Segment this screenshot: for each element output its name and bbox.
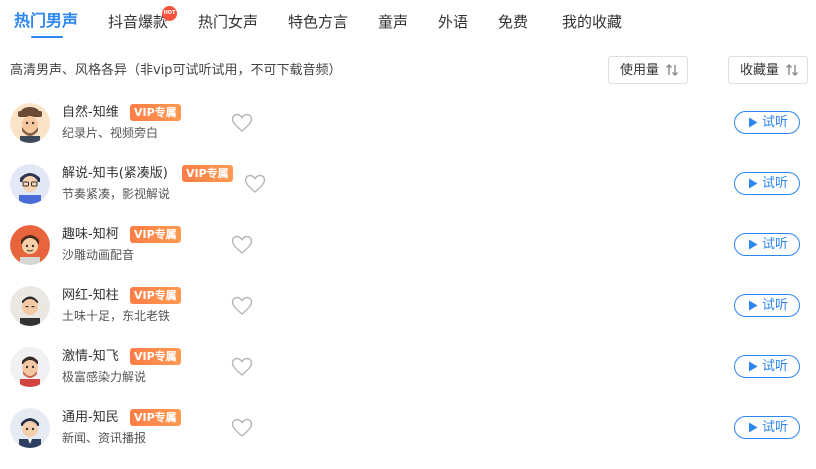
tab-my-favorites[interactable]: 我的收藏	[562, 11, 622, 33]
vip-badge: VIP专属	[130, 348, 181, 365]
listen-label: 试听	[762, 115, 789, 130]
favorite-heart-icon[interactable]	[231, 235, 253, 255]
listen-button[interactable]: 试听	[734, 111, 800, 134]
play-icon	[749, 239, 758, 250]
category-tabs: 热门男声 抖音爆款 HOT 热门女声 特色方言 童声 外语 免费 我的收藏	[0, 0, 816, 42]
favorite-heart-icon[interactable]	[231, 113, 253, 133]
listen-button[interactable]: 试听	[734, 294, 800, 317]
play-icon	[749, 117, 758, 128]
avatar	[10, 103, 50, 143]
favorite-heart-icon[interactable]	[231, 357, 253, 377]
play-icon	[749, 300, 758, 311]
voice-name: 自然-知维	[62, 105, 119, 120]
listen-button[interactable]: 试听	[734, 233, 800, 256]
voice-row: 网红-知柱 VIP专属 土味十足，东北老铁 试听	[0, 286, 816, 347]
tab-hot-female[interactable]: 热门女声	[198, 11, 258, 33]
vip-badge: VIP专属	[130, 226, 181, 243]
tab-child-voice[interactable]: 童声	[378, 11, 408, 33]
voice-row: 激情-知飞 VIP专属 极富感染力解说 试听	[0, 347, 816, 408]
tab-douyin-hits[interactable]: 抖音爆款	[108, 11, 168, 33]
section-description: 高清男声、风格各异（非vip可试听试用，不可下载音频）	[10, 63, 342, 78]
voice-name: 网红-知柱	[62, 288, 119, 303]
avatar	[10, 347, 50, 387]
sort-by-favorites-button[interactable]: 收藏量	[728, 56, 808, 84]
sort-arrows-icon	[666, 64, 678, 76]
voice-description: 新闻、资讯播报	[62, 431, 147, 445]
listen-label: 试听	[762, 237, 789, 252]
sort-favorites-label: 收藏量	[740, 63, 780, 78]
voice-description: 土味十足，东北老铁	[62, 309, 171, 323]
voice-name: 趣味-知柯	[62, 227, 119, 242]
favorite-heart-icon[interactable]	[244, 174, 266, 194]
active-tab-underline	[31, 36, 63, 38]
hot-badge: HOT	[162, 6, 177, 21]
listen-label: 试听	[762, 176, 789, 191]
sort-by-usage-button[interactable]: 使用量	[608, 56, 688, 84]
avatar	[10, 408, 50, 448]
favorite-heart-icon[interactable]	[231, 296, 253, 316]
listen-button[interactable]: 试听	[734, 416, 800, 439]
avatar	[10, 164, 50, 204]
listen-button[interactable]: 试听	[734, 355, 800, 378]
play-icon	[749, 361, 758, 372]
voice-description: 节奏紧凑，影视解说	[62, 187, 171, 201]
tab-free[interactable]: 免费	[498, 11, 528, 33]
listen-label: 试听	[762, 359, 789, 374]
listen-label: 试听	[762, 298, 789, 313]
tab-dialect[interactable]: 特色方言	[288, 11, 348, 33]
play-icon	[749, 178, 758, 189]
listen-label: 试听	[762, 420, 789, 435]
voice-row: 自然-知维 VIP专属 纪录片、视频旁白 试听	[0, 103, 816, 164]
voice-row: 通用-知民 VIP专属 新闻、资讯播报 试听	[0, 408, 816, 469]
play-icon	[749, 422, 758, 433]
voice-name: 激情-知飞	[62, 349, 119, 364]
tab-foreign-language[interactable]: 外语	[438, 11, 468, 33]
avatar	[10, 286, 50, 326]
voice-row: 解说-知韦(紧凑版) VIP专属 节奏紧凑，影视解说 试听	[0, 164, 816, 225]
vip-badge: VIP专属	[130, 287, 181, 304]
tab-hot-male[interactable]: 热门男声	[14, 10, 78, 32]
avatar	[10, 225, 50, 265]
vip-badge: VIP专属	[182, 165, 233, 182]
voice-name: 解说-知韦(紧凑版)	[62, 166, 168, 181]
favorite-heart-icon[interactable]	[231, 418, 253, 438]
sort-arrows-icon	[786, 64, 798, 76]
vip-badge: VIP专属	[130, 104, 181, 121]
voice-description: 极富感染力解说	[62, 370, 147, 384]
sort-usage-label: 使用量	[620, 63, 660, 78]
voice-row: 趣味-知柯 VIP专属 沙雕动画配音 试听	[0, 225, 816, 286]
vip-badge: VIP专属	[130, 409, 181, 426]
voice-description: 沙雕动画配音	[62, 248, 135, 262]
voice-description: 纪录片、视频旁白	[62, 126, 159, 140]
voice-name: 通用-知民	[62, 410, 119, 425]
listen-button[interactable]: 试听	[734, 172, 800, 195]
